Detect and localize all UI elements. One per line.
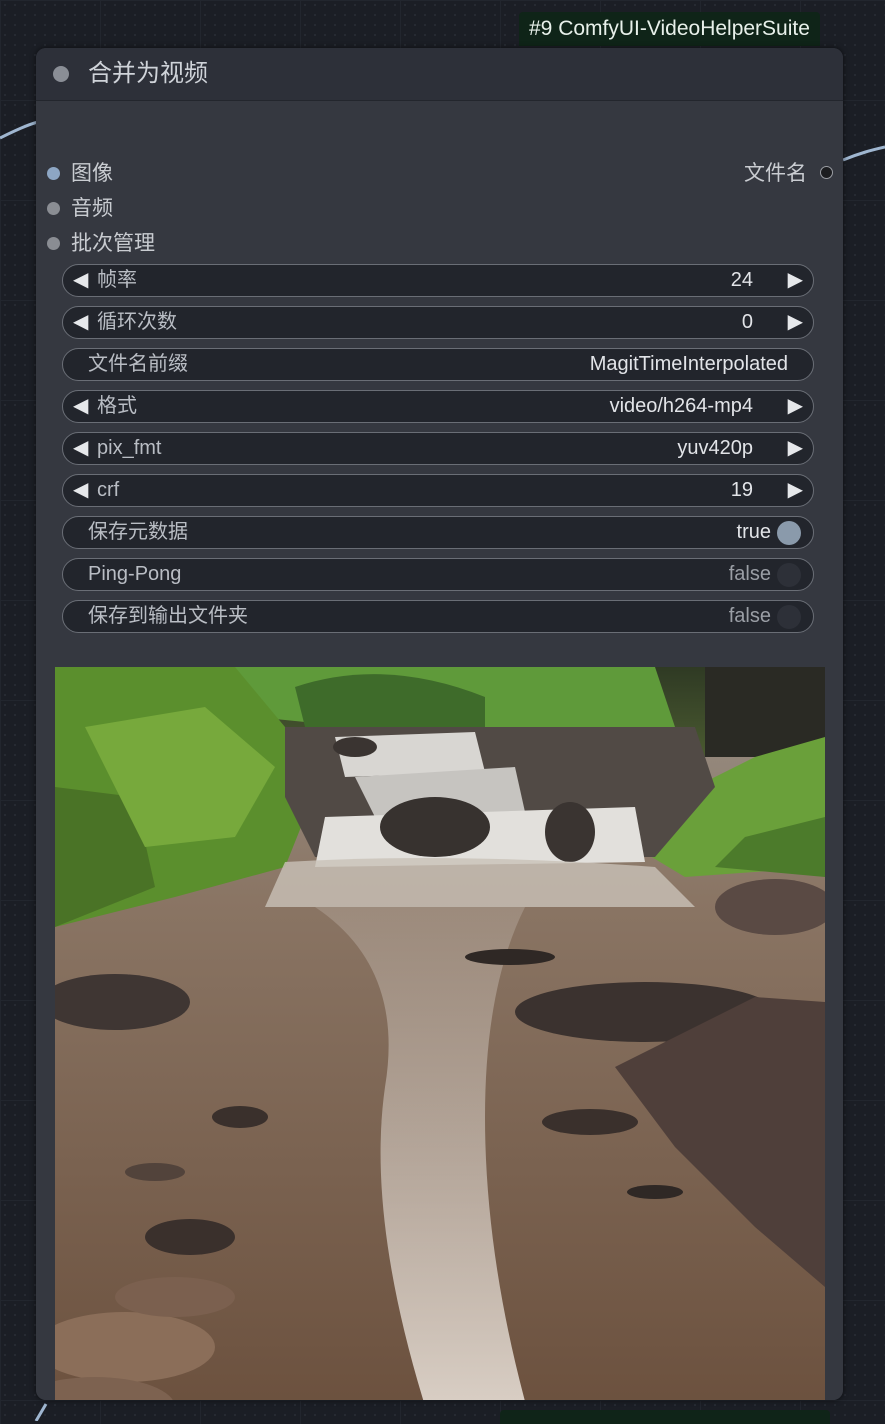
widget-value[interactable]: MagitTimeInterpolated xyxy=(590,349,788,379)
node-title: 合并为视频 xyxy=(88,60,208,87)
widget-value[interactable]: 19 xyxy=(731,475,753,505)
widget-format[interactable]: ◀ 格式 video/h264-mp4 ▶ xyxy=(62,390,814,423)
toggle-on-icon[interactable] xyxy=(777,521,801,545)
widget-save-metadata[interactable]: 保存元数据 true xyxy=(62,516,814,549)
widget-label: 帧率 xyxy=(97,269,137,291)
next-node-badge xyxy=(500,1410,830,1424)
decrement-arrow-icon[interactable]: ◀ xyxy=(73,307,88,337)
input-slot-dot-images[interactable] xyxy=(47,167,60,180)
input-slot-audio[interactable]: 音频 xyxy=(71,197,113,221)
widget-save-output[interactable]: 保存到输出文件夹 false xyxy=(62,600,814,633)
increment-arrow-icon[interactable]: ▶ xyxy=(788,307,803,337)
widget-value: false xyxy=(728,563,771,585)
increment-arrow-icon[interactable]: ▶ xyxy=(788,391,803,421)
node-badge: #9 ComfyUI-VideoHelperSuite xyxy=(519,12,820,46)
widget-value[interactable]: video/h264-mp4 xyxy=(610,391,753,421)
widget-label: 保存元数据 xyxy=(88,521,188,543)
toggle-off-icon[interactable] xyxy=(777,605,801,629)
decrement-arrow-icon[interactable]: ◀ xyxy=(73,265,88,295)
widget-frame-rate[interactable]: ◀ 帧率 24 ▶ xyxy=(62,264,814,297)
widget-label: 循环次数 xyxy=(97,311,177,333)
widget-pingpong[interactable]: Ping-Pong false xyxy=(62,558,814,591)
node-body: 图像 音频 批次管理 文件名 ◀ 帧率 24 ▶ ◀ 循环次数 0 ▶ 文件名前… xyxy=(36,101,843,1400)
increment-arrow-icon[interactable]: ▶ xyxy=(788,433,803,463)
widget-filename-prefix[interactable]: 文件名前缀 MagitTimeInterpolated xyxy=(62,348,814,381)
node-header[interactable]: 合并为视频 xyxy=(36,48,843,101)
input-slot-batch-manager[interactable]: 批次管理 xyxy=(71,232,155,256)
input-slot-dot-audio[interactable] xyxy=(47,202,60,215)
increment-arrow-icon[interactable]: ▶ xyxy=(788,475,803,505)
decrement-arrow-icon[interactable]: ◀ xyxy=(73,475,88,505)
output-slot-filenames[interactable]: 文件名 xyxy=(744,162,807,186)
output-slot-dot-filenames[interactable] xyxy=(820,166,833,179)
video-combine-node[interactable]: 合并为视频 图像 音频 批次管理 文件名 ◀ 帧率 24 ▶ ◀ 循环次数 0 … xyxy=(36,48,843,1400)
preview-image xyxy=(55,667,825,1400)
widget-label: 文件名前缀 xyxy=(88,353,188,375)
widget-value: true xyxy=(736,521,771,543)
widget-value: false xyxy=(728,605,771,627)
widget-label: 保存到输出文件夹 xyxy=(88,605,248,627)
collapse-toggle-icon[interactable] xyxy=(53,66,69,82)
increment-arrow-icon[interactable]: ▶ xyxy=(788,265,803,295)
widget-value[interactable]: yuv420p xyxy=(677,433,753,463)
widget-loop-count[interactable]: ◀ 循环次数 0 ▶ xyxy=(62,306,814,339)
widget-label: pix_fmt xyxy=(97,437,162,459)
toggle-off-icon[interactable] xyxy=(777,563,801,587)
input-slot-images[interactable]: 图像 xyxy=(71,162,113,186)
input-slot-dot-batch-manager[interactable] xyxy=(47,237,60,250)
widget-value[interactable]: 0 xyxy=(742,307,753,337)
widget-pix-fmt[interactable]: ◀ pix_fmt yuv420p ▶ xyxy=(62,432,814,465)
widget-crf[interactable]: ◀ crf 19 ▶ xyxy=(62,474,814,507)
video-preview[interactable] xyxy=(55,667,825,1400)
widget-label: Ping-Pong xyxy=(88,563,182,585)
decrement-arrow-icon[interactable]: ◀ xyxy=(73,391,88,421)
widget-label: 格式 xyxy=(97,395,137,417)
widget-value[interactable]: 24 xyxy=(731,265,753,295)
widget-label: crf xyxy=(97,479,120,501)
decrement-arrow-icon[interactable]: ◀ xyxy=(73,433,88,463)
